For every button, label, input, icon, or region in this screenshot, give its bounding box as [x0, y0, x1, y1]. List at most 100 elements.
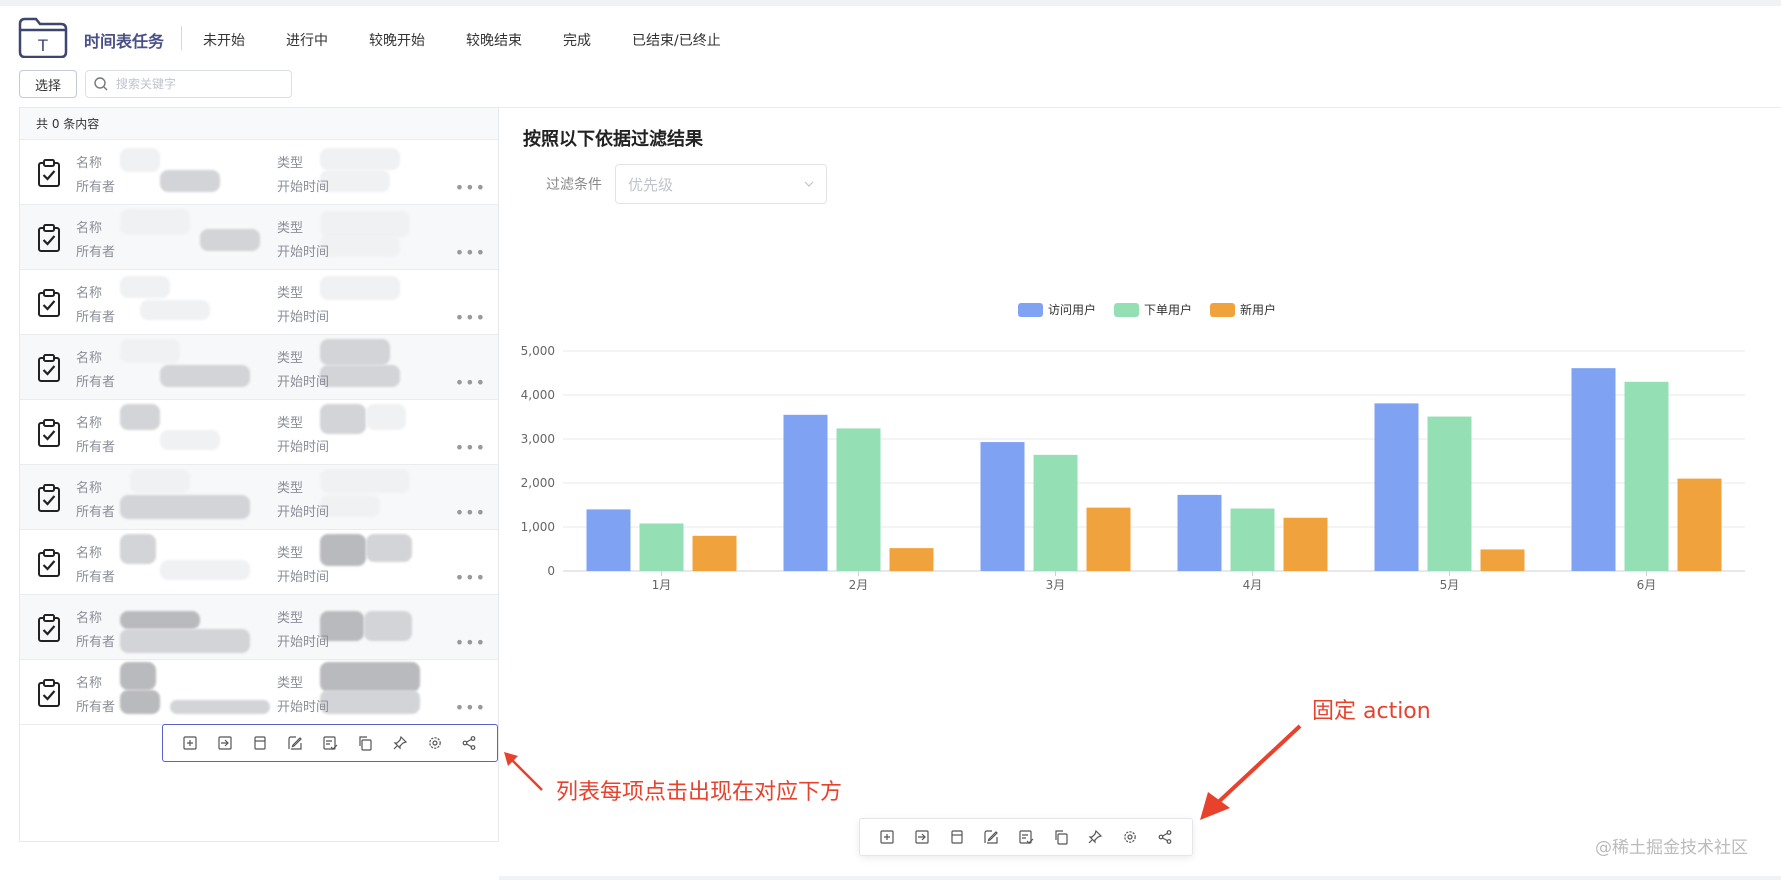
arrow-to-inline-bar-icon — [504, 752, 543, 791]
redacted-value — [130, 469, 190, 493]
page-icon[interactable] — [949, 829, 965, 845]
redacted-value — [320, 276, 400, 300]
redacted-value — [320, 469, 410, 493]
watermark: @稀土掘金技术社区 — [1595, 838, 1748, 858]
more-options-icon[interactable]: ••• — [455, 373, 486, 392]
more-options-icon[interactable]: ••• — [455, 178, 486, 197]
filter-label: 过滤条件 — [546, 177, 602, 193]
add-box-icon[interactable] — [879, 829, 895, 845]
tab-not-started[interactable]: 未开始 — [203, 30, 245, 50]
edit-icon[interactable] — [983, 829, 999, 845]
tab-late-start[interactable]: 较晚开始 — [369, 30, 425, 50]
more-options-icon[interactable]: ••• — [455, 633, 486, 652]
bar — [836, 428, 881, 571]
bar — [639, 523, 684, 571]
task-list-item[interactable]: 名称 所有者 类型 开始时间 ••• — [20, 595, 498, 660]
owner-label: 所有者 — [76, 310, 116, 325]
y-tick-label: 1,000 — [521, 520, 555, 534]
task-list-item[interactable]: 名称 所有者 类型 开始时间 ••• — [20, 335, 498, 400]
bar — [1480, 549, 1525, 571]
type-label: 类型 — [277, 676, 304, 691]
settings-icon[interactable] — [427, 735, 443, 751]
pin-icon[interactable] — [392, 735, 408, 751]
owner-label: 所有者 — [76, 635, 116, 650]
owner-label: 所有者 — [76, 375, 116, 390]
import-icon[interactable] — [914, 829, 930, 845]
redacted-value — [170, 700, 270, 714]
bar — [889, 548, 934, 571]
fixed-action-bar — [859, 818, 1193, 856]
start-time-label: 开始时间 — [277, 440, 330, 455]
redacted-value — [320, 404, 366, 434]
status-tabs: 未开始 进行中 较晚开始 较晚结束 完成 已结束/已终止 — [203, 30, 762, 50]
redacted-value — [320, 365, 400, 387]
task-list-item[interactable]: 名称 所有者 类型 开始时间 ••• — [20, 530, 498, 595]
edit-icon[interactable] — [287, 735, 303, 751]
redacted-value — [200, 229, 260, 251]
header: T 时间表任务 未开始 进行中 较晚开始 较晚结束 完成 已结束/已终止 — [0, 6, 1781, 68]
review-icon[interactable] — [1018, 829, 1034, 845]
review-icon[interactable] — [322, 735, 338, 751]
task-list-item[interactable]: 名称 所有者 类型 开始时间 ••• — [20, 270, 498, 335]
bottom-strip — [499, 876, 1781, 880]
list-note: 列表每项点击出现在对应下方 — [556, 780, 843, 805]
redacted-value — [120, 276, 170, 298]
legend-label: 新用户 — [1240, 302, 1276, 317]
fixed-note: 固定 action — [1312, 699, 1431, 724]
more-options-icon[interactable]: ••• — [455, 503, 486, 522]
page-icon[interactable] — [252, 735, 268, 751]
redacted-value — [320, 170, 390, 192]
type-label: 类型 — [277, 351, 304, 366]
type-label: 类型 — [277, 156, 304, 171]
type-label: 类型 — [277, 546, 304, 561]
start-time-label: 开始时间 — [277, 700, 330, 715]
y-tick-label: 2,000 — [521, 476, 555, 490]
more-options-icon[interactable]: ••• — [455, 438, 486, 457]
task-list-item[interactable]: 名称 所有者 类型 开始时间 ••• — [20, 400, 498, 465]
redacted-value — [320, 339, 390, 365]
bar — [586, 509, 631, 571]
legend-label: 访问用户 — [1048, 302, 1096, 317]
tab-late-end[interactable]: 较晚结束 — [466, 30, 522, 50]
more-options-icon[interactable]: ••• — [455, 568, 486, 587]
chevron-down-icon — [804, 181, 814, 187]
filter-select[interactable]: 优先级 — [615, 164, 827, 204]
share-icon[interactable] — [461, 735, 477, 751]
list-count: 共 0 条内容 — [20, 108, 498, 140]
redacted-value — [120, 339, 180, 363]
task-list-item[interactable]: 名称 所有者 类型 开始时间 ••• — [20, 140, 498, 205]
tab-ended-terminated[interactable]: 已结束/已终止 — [632, 30, 721, 50]
x-tick-label: 2月 — [849, 578, 869, 592]
owner-label: 所有者 — [76, 700, 116, 715]
type-label: 类型 — [277, 416, 304, 431]
copy-icon[interactable] — [357, 735, 373, 751]
pin-icon[interactable] — [1087, 829, 1103, 845]
redacted-value — [160, 560, 250, 580]
add-box-icon[interactable] — [182, 735, 198, 751]
select-button[interactable]: 选择 — [19, 70, 77, 98]
task-list-item[interactable]: 名称 所有者 类型 开始时间 ••• — [20, 205, 498, 270]
more-options-icon[interactable]: ••• — [455, 308, 486, 327]
search-input[interactable] — [116, 77, 276, 91]
redacted-value — [120, 611, 200, 629]
clipboard-check-icon — [36, 678, 62, 708]
more-options-icon[interactable]: ••• — [455, 698, 486, 717]
start-time-label: 开始时间 — [277, 635, 330, 650]
redacted-value — [320, 211, 410, 237]
task-list-item[interactable]: 名称 所有者 类型 开始时间 ••• — [20, 660, 498, 725]
filter-title: 按照以下依据过滤结果 — [523, 129, 703, 150]
import-icon[interactable] — [217, 735, 233, 751]
tab-completed[interactable]: 完成 — [563, 30, 591, 50]
redacted-value — [320, 534, 366, 566]
more-options-icon[interactable]: ••• — [455, 243, 486, 262]
start-time-label: 开始时间 — [277, 505, 330, 520]
share-icon[interactable] — [1157, 829, 1173, 845]
bar — [692, 535, 737, 571]
settings-icon[interactable] — [1122, 829, 1138, 845]
redacted-value — [120, 148, 160, 172]
redacted-value — [320, 148, 400, 170]
bar — [1624, 381, 1669, 571]
tab-in-progress[interactable]: 进行中 — [286, 30, 328, 50]
copy-icon[interactable] — [1053, 829, 1069, 845]
task-list-item[interactable]: 名称 所有者 类型 开始时间 ••• — [20, 465, 498, 530]
